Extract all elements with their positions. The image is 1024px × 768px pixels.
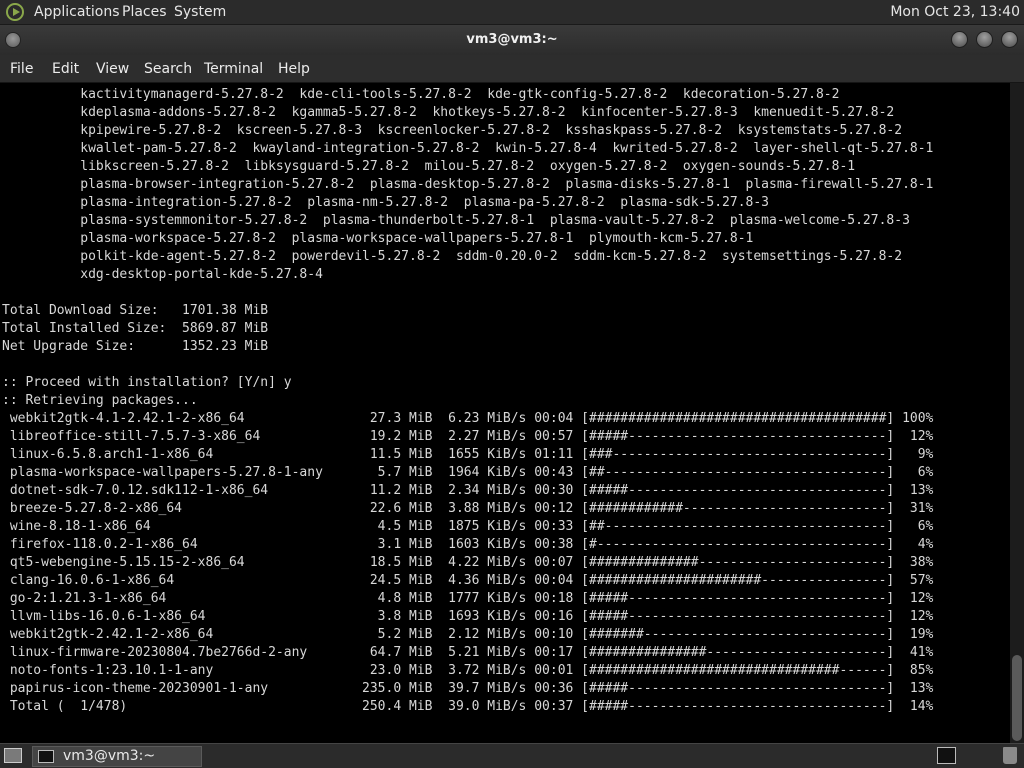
menu-terminal[interactable]: Terminal <box>204 61 263 77</box>
terminal-line: noto-fonts-1:23.10.1-1-any 23.0 MiB 3.72… <box>2 663 934 678</box>
terminal-line: :: Retrieving packages... <box>2 393 198 408</box>
taskbar-item-terminal[interactable]: vm3@vm3:~ <box>32 746 202 767</box>
terminal-line: plasma-browser-integration-5.27.8-2 plas… <box>2 177 934 192</box>
terminal-line: libreoffice-still-7.5.7-3-x86_64 19.2 Mi… <box>2 429 934 444</box>
menu-logo-icon[interactable] <box>6 3 24 21</box>
terminal-line: linux-firmware-20230804.7be2766d-2-any 6… <box>2 645 934 660</box>
terminal-line: firefox-118.0.2-1-x86_64 3.1 MiB 1603 Ki… <box>2 537 934 552</box>
clock[interactable]: Mon Oct 23, 13:40 <box>890 4 1020 20</box>
terminal-line: llvm-libs-16.0.6-1-x86_64 3.8 MiB 1693 K… <box>2 609 934 624</box>
terminal-line: wine-8.18-1-x86_64 4.5 MiB 1875 KiB/s 00… <box>2 519 934 534</box>
terminal-scrollbar[interactable] <box>1010 83 1024 743</box>
menu-bar: File Edit View Search Terminal Help <box>0 55 1024 83</box>
terminal-line: kactivitymanagerd-5.27.8-2 kde-cli-tools… <box>2 87 840 102</box>
menu-search[interactable]: Search <box>144 61 192 77</box>
terminal-line: breeze-5.27.8-2-x86_64 22.6 MiB 3.88 MiB… <box>2 501 934 516</box>
terminal-line: papirus-icon-theme-20230901-1-any 235.0 … <box>2 681 934 696</box>
terminal-line: dotnet-sdk-7.0.12.sdk112-1-x86_64 11.2 M… <box>2 483 934 498</box>
terminal-line: plasma-workspace-wallpapers-5.27.8-1-any… <box>2 465 934 480</box>
terminal-line: qt5-webengine-5.15.15-2-x86_64 18.5 MiB … <box>2 555 934 570</box>
terminal-line: Total Installed Size: 5869.87 MiB <box>2 321 269 336</box>
terminal-line: plasma-systemmonitor-5.27.8-2 plasma-thu… <box>2 213 910 228</box>
terminal-line: go-2:1.21.3-1-x86_64 4.8 MiB 1777 KiB/s … <box>2 591 934 606</box>
terminal-line: webkit2gtk-4.1-2.42.1-2-x86_64 27.3 MiB … <box>2 411 934 426</box>
menu-help[interactable]: Help <box>278 61 310 77</box>
terminal-line: xdg-desktop-portal-kde-5.27.8-4 <box>2 267 323 282</box>
terminal-line: Total ( 1/478) 250.4 MiB 39.0 MiB/s 00:3… <box>2 699 934 714</box>
menu-view[interactable]: View <box>96 61 129 77</box>
maximize-button[interactable] <box>976 31 993 48</box>
top-panel: Applications Places System Mon Oct 23, 1… <box>0 0 1024 25</box>
terminal-line: :: Proceed with installation? [Y/n] y <box>2 375 292 390</box>
terminal-line: kwallet-pam-5.27.8-2 kwayland-integratio… <box>2 141 934 156</box>
terminal-line: polkit-kde-agent-5.27.8-2 powerdevil-5.2… <box>2 249 903 264</box>
terminal-line: linux-6.5.8.arch1-1-x86_64 11.5 MiB 1655… <box>2 447 934 462</box>
scrollbar-thumb[interactable] <box>1012 655 1022 741</box>
terminal-line: kpipewire-5.27.8-2 kscreen-5.27.8-3 kscr… <box>2 123 903 138</box>
terminal-text: kactivitymanagerd-5.27.8-2 kde-cli-tools… <box>2 86 933 716</box>
applications-menu[interactable]: Applications <box>34 4 120 20</box>
window-title-bar[interactable]: vm3@vm3:~ <box>0 25 1024 55</box>
minimize-button[interactable] <box>951 31 968 48</box>
show-desktop-icon[interactable] <box>4 748 22 763</box>
tray-terminal-icon[interactable] <box>937 747 956 764</box>
terminal-icon <box>38 750 54 763</box>
trash-icon[interactable] <box>1003 747 1017 764</box>
terminal-line: plasma-workspace-5.27.8-2 plasma-workspa… <box>2 231 754 246</box>
system-menu[interactable]: System <box>174 4 226 20</box>
menu-edit[interactable]: Edit <box>52 61 79 77</box>
terminal-line: plasma-integration-5.27.8-2 plasma-nm-5.… <box>2 195 770 210</box>
places-menu[interactable]: Places <box>122 4 167 20</box>
menu-file[interactable]: File <box>10 61 33 77</box>
terminal-line: webkit2gtk-2.42.1-2-x86_64 5.2 MiB 2.12 … <box>2 627 934 642</box>
terminal-line: libkscreen-5.27.8-2 libksysguard-5.27.8-… <box>2 159 856 174</box>
terminal-output[interactable]: kactivitymanagerd-5.27.8-2 kde-cli-tools… <box>0 83 1010 743</box>
terminal-line: Total Download Size: 1701.38 MiB <box>2 303 269 318</box>
terminal-line: clang-16.0.6-1-x86_64 24.5 MiB 4.36 MiB/… <box>2 573 934 588</box>
terminal-line: kdeplasma-addons-5.27.8-2 kgamma5-5.27.8… <box>2 105 895 120</box>
window-title: vm3@vm3:~ <box>466 32 558 47</box>
close-button[interactable] <box>1001 31 1018 48</box>
bottom-panel: vm3@vm3:~ <box>0 743 1024 768</box>
taskbar-item-label: vm3@vm3:~ <box>63 748 156 764</box>
terminal-line: Net Upgrade Size: 1352.23 MiB <box>2 339 269 354</box>
